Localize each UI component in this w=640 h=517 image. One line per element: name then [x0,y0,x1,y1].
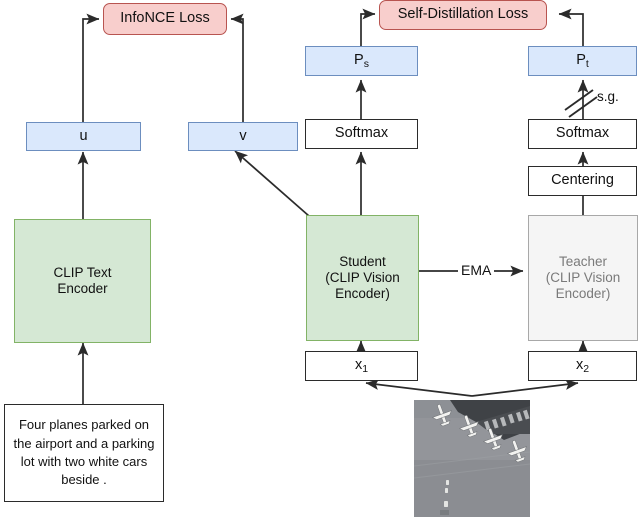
text-caption-node: Four planes parked on the airport and a … [4,404,164,502]
v-label: v [239,127,247,144]
infonce-loss-label: InfoNCE Loss [120,10,210,27]
teacher-encoder-node: Teacher (CLIP Vision Encoder) [528,215,638,341]
clip-text-encoder-label: CLIP Text Encoder [53,265,112,296]
self-distillation-loss-node: Self-Distillation Loss [379,0,547,30]
p-t-label: Pt [576,52,589,71]
edge-u-to-infonce [82,13,100,122]
u-label: u [79,127,88,144]
infonce-loss-node: InfoNCE Loss [103,3,227,35]
stop-gradient-slash-icon [564,89,598,118]
edge-image-to-x2 [471,379,579,397]
p-t-node: Pt [528,46,637,76]
edge-student-to-v [234,150,310,217]
x2-node: x2 [528,351,637,381]
student-encoder-label: Student (CLIP Vision Encoder) [325,254,400,301]
softmax-student-label: Softmax [334,125,389,142]
v-node: v [188,122,298,151]
clip-text-encoder-node: CLIP Text Encoder [14,219,151,343]
centering-node: Centering [528,166,637,196]
edge-image-to-x1 [365,379,473,397]
u-node: u [26,122,141,151]
teacher-encoder-label: Teacher (CLIP Vision Encoder) [545,254,621,301]
diagram-canvas: InfoNCE Loss Self-Distillation Loss u v … [0,0,640,517]
x2-label: x2 [575,357,590,376]
softmax-teacher-node: Softmax [528,119,637,149]
aerial-airport-planes-image [414,400,530,517]
p-s-label: Ps [354,52,369,71]
x1-node: x1 [305,351,418,381]
text-caption-label: Four planes parked on the airport and a … [13,417,155,488]
stop-gradient-label: s.g. [597,89,619,104]
centering-label: Centering [551,172,614,189]
p-s-node: Ps [305,46,418,76]
edge-ps-to-sdloss [360,8,376,46]
softmax-student-node: Softmax [305,119,418,149]
student-encoder-node: Student (CLIP Vision Encoder) [306,215,419,341]
ema-edge-label: EMA [458,262,495,278]
x1-label: x1 [354,357,369,376]
softmax-teacher-label: Softmax [555,125,610,142]
edge-v-to-infonce [230,13,244,122]
self-distillation-loss-label: Self-Distillation Loss [397,6,529,23]
edge-pt-to-sdloss [558,8,584,46]
